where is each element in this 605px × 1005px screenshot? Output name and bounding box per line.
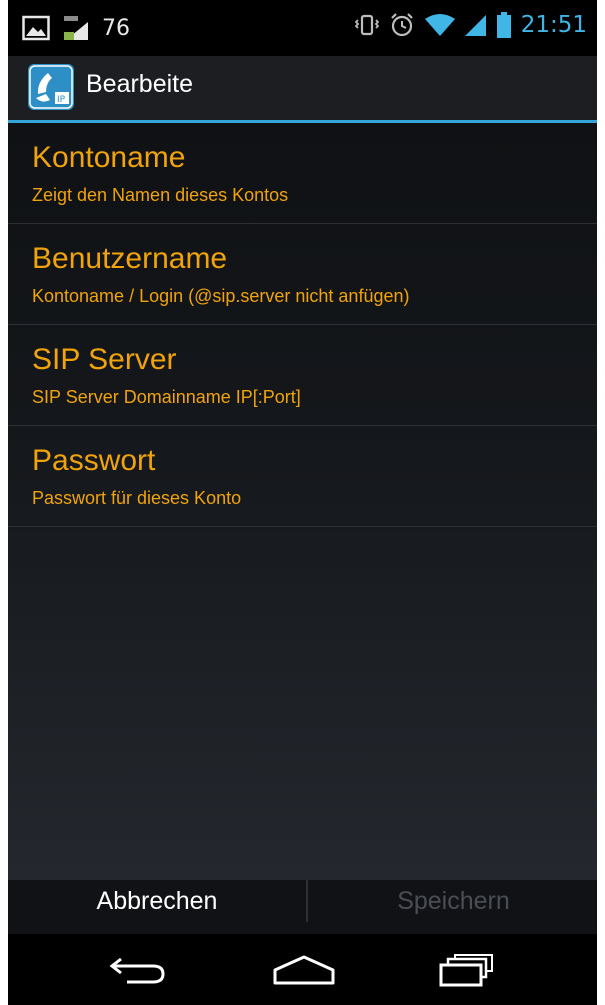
save-button[interactable]: Speichern [310, 868, 597, 934]
pref-username[interactable]: Benutzername Kontoname / Login (@sip.ser… [8, 224, 597, 325]
pref-title: Benutzername [32, 242, 228, 275]
home-icon [273, 955, 335, 984]
phone-screen: 76 21:51 IP Bearbeite Kontoname Zeigt de… [8, 0, 597, 1005]
image-icon [22, 15, 50, 41]
pref-title: Kontoname [32, 141, 186, 174]
pref-account-name[interactable]: Kontoname Zeigt den Namen dieses Kontos [8, 123, 597, 224]
page-title: Bearbeite [86, 70, 194, 98]
navigation-bar [8, 934, 597, 1005]
back-button[interactable] [78, 934, 198, 1005]
back-icon [109, 957, 165, 983]
status-bar-left: 76 [22, 14, 130, 42]
phone-ip-icon[interactable]: IP [28, 64, 74, 110]
pref-summary: Zeigt den Namen dieses Kontos [32, 185, 289, 205]
svg-text:IP: IP [57, 95, 66, 105]
status-bar-right: 21:51 [354, 12, 587, 38]
pref-summary: Kontoname / Login (@sip.server nicht anf… [32, 286, 410, 306]
status-bar: 76 21:51 [8, 0, 597, 56]
button-divider [306, 880, 308, 922]
pref-sip-server[interactable]: SIP Server SIP Server Domainname IP[:Por… [8, 325, 597, 426]
data-signal-icon [64, 16, 88, 40]
vibrate-icon [354, 14, 379, 36]
preference-list: Kontoname Zeigt den Namen dieses Kontos … [8, 123, 597, 880]
pref-summary: Passwort für dieses Konto [32, 488, 242, 508]
recent-apps-button[interactable] [406, 934, 526, 1005]
home-button[interactable] [244, 934, 364, 1005]
recent-apps-icon [439, 953, 493, 986]
pref-title: SIP Server [32, 343, 177, 376]
wifi-icon [424, 14, 455, 36]
cancel-button[interactable]: Abbrechen [8, 868, 306, 934]
pref-title: Passwort [32, 444, 156, 477]
pref-summary: SIP Server Domainname IP[:Port] [32, 387, 301, 407]
battery-icon [496, 12, 511, 38]
alarm-icon [390, 13, 413, 37]
cell-signal-icon [464, 15, 486, 36]
button-bar: Abbrechen Speichern [8, 868, 597, 934]
pref-password[interactable]: Passwort Passwort für dieses Konto [8, 426, 597, 527]
notification-count: 76 [102, 15, 130, 41]
status-time: 21:51 [520, 12, 587, 38]
